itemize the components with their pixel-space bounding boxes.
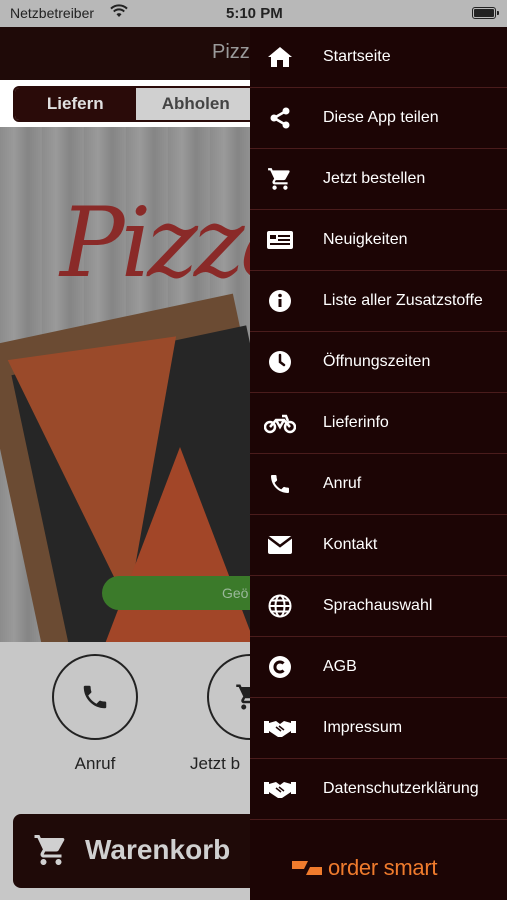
cart-icon [250,166,310,192]
open-status-button[interactable]: Geö [102,576,260,610]
menu-label: Öffnungszeiten [323,353,431,370]
globe-icon [250,594,310,618]
menu-label: Liste aller Zusatzstoffe [323,292,483,309]
menu-label: Datenschutzerklärung [323,780,479,797]
status-bar: Netzbetreiber 5:10 PM [0,0,507,27]
cart-icon [34,835,65,865]
cart-button[interactable]: Warenkorb [13,814,263,888]
cart-label: Warenkorb [85,834,231,865]
cart-bar: Warenkorb [0,802,263,900]
menu-label: Anruf [323,475,362,492]
clock-icon [250,350,310,374]
menu-item-delivery-info[interactable]: Lieferinfo [250,393,507,454]
menu-label: Neuigkeiten [323,231,408,248]
menu-item-contact[interactable]: Kontakt [250,515,507,576]
menu-label: Startseite [323,48,391,65]
menu-item-startseite[interactable]: Startseite [250,27,507,88]
side-menu: Startseite Diese App teilen Jetzt bestel… [250,27,507,900]
order-smart-logo-icon [292,861,322,875]
handshake-icon [250,717,310,739]
handshake-icon [250,778,310,800]
menu-label: Jetzt bestellen [323,170,426,187]
menu-item-imprint[interactable]: Impressum [250,698,507,759]
call-label: Anruf [74,754,116,773]
menu-label: Lieferinfo [323,414,389,431]
carrier-name: Netzbetreiber [10,5,95,21]
menu-label: AGB [323,658,357,675]
menu-item-share[interactable]: Diese App teilen [250,88,507,149]
menu-label: Diese App teilen [323,109,439,126]
menu-item-language[interactable]: Sprachauswahl [250,576,507,637]
menu-item-order[interactable]: Jetzt bestellen [250,149,507,210]
info-icon [250,289,310,313]
clock-time: 5:10 PM [226,5,283,22]
pizza-logo: Pizza [60,187,260,299]
share-icon [250,106,310,130]
battery-icon [472,7,499,19]
toggle-pickup[interactable]: Abholen [136,88,257,120]
menu-label: Kontakt [323,536,378,553]
page-title: Pizz [212,41,250,63]
home-icon [250,45,310,69]
delivery-toggle: Liefern Abholen [13,86,258,122]
hero-image: Pizza Geö [0,127,260,642]
quick-actions: Anruf Jetzt b [0,642,293,802]
motorcycle-icon [250,412,310,434]
menu-label: Impressum [323,719,403,736]
menu-item-privacy[interactable]: Datenschutzerklärung [250,759,507,820]
menu-item-opening-hours[interactable]: Öffnungszeiten [250,332,507,393]
brand-logo: order smart [290,855,437,881]
envelope-icon [250,535,310,555]
brand-name: order smart [328,855,438,880]
phone-icon [52,654,138,740]
call-action[interactable]: Anruf [50,654,140,774]
menu-item-news[interactable]: Neuigkeiten [250,210,507,271]
menu-label: Sprachauswahl [323,597,433,614]
toggle-deliver[interactable]: Liefern [15,88,136,120]
menu-item-terms[interactable]: AGB [250,637,507,698]
copyright-icon [250,655,310,679]
wifi-icon [110,4,128,17]
menu-item-call[interactable]: Anruf [250,454,507,515]
pizza-slice [100,447,260,642]
newspaper-icon [250,230,310,250]
phone-icon [250,472,310,496]
menu-item-additives[interactable]: Liste aller Zusatzstoffe [250,271,507,332]
